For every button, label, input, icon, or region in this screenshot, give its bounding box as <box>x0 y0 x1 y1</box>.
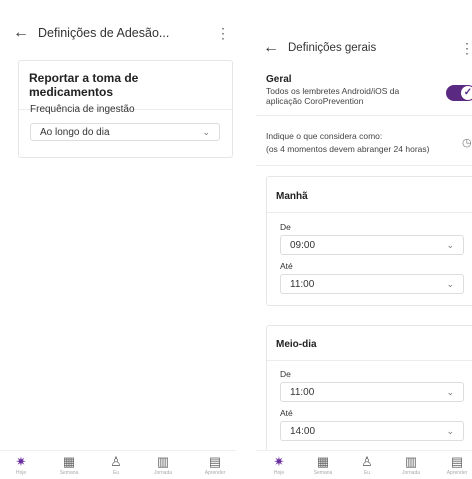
clock-icon[interactable]: ◷ <box>462 136 472 149</box>
midday-card: Meio-dia De 11:00 ⌄ Até 14:00 ⌄ <box>266 325 472 462</box>
check-icon: ✓ <box>461 86 472 100</box>
sun-icon: ✷ <box>273 454 285 469</box>
general-desc-line: aplicação CoroPrevention <box>266 96 364 106</box>
back-arrow-icon[interactable]: ← <box>10 24 32 42</box>
morning-card: Manhã De 09:00 ⌄ Até 11:00 ⌄ <box>266 176 472 306</box>
adherence-settings-screen: ← Definições de Adesão... ⋮ Reportar a t… <box>0 0 236 479</box>
nav-item-me[interactable]: ♙ Eu <box>352 454 382 477</box>
general-heading: Geral <box>266 74 292 85</box>
medication-report-card: Reportar a toma de medicamentos Frequênc… <box>18 60 233 158</box>
general-description: Todos os lembretes Android/iOS da aplica… <box>266 86 399 106</box>
nav-item-learn[interactable]: ▤ Aprender <box>200 454 230 477</box>
map-icon: ▥ <box>156 454 170 469</box>
divider <box>267 360 472 361</box>
chevron-down-icon: ⌄ <box>446 278 454 289</box>
frequency-label: Frequência de ingestão <box>30 104 135 115</box>
frequency-select[interactable]: Ao longo do dia ⌄ <box>30 123 220 141</box>
divider <box>256 115 472 116</box>
nav-label: Eu <box>112 470 120 476</box>
chevron-down-icon: ⌄ <box>446 425 454 436</box>
morning-title: Manhã <box>276 191 308 202</box>
bottom-navigation: ✷ Hoje ▦ Semana ♙ Eu ▥ Jornada ▤ Aprende… <box>256 450 472 479</box>
to-label: Até <box>280 261 293 271</box>
nav-item-today[interactable]: ✷ Hoje <box>6 454 36 477</box>
calendar-icon: ▦ <box>316 454 330 469</box>
nav-label: Hoje <box>15 470 27 476</box>
instruction-line: (os 4 momentos devem abranger 24 horas) <box>266 144 430 154</box>
to-label: Até <box>280 408 293 418</box>
back-arrow-icon[interactable]: ← <box>260 39 282 57</box>
bottom-navigation: ✷ Hoje ▦ Semana ♙ Eu ▥ Jornada ▤ Aprende… <box>0 450 236 479</box>
nav-label: Semana <box>313 470 333 476</box>
chevron-down-icon: ⌄ <box>202 126 210 137</box>
person-icon: ♙ <box>361 454 373 469</box>
nav-item-week[interactable]: ▦ Semana <box>308 454 338 477</box>
nav-label: Hoje <box>273 470 285 476</box>
morning-to-select[interactable]: 11:00 ⌄ <box>280 274 464 294</box>
time-value: 11:00 <box>290 278 315 290</box>
nav-item-journey[interactable]: ▥ Jornada <box>396 454 426 477</box>
nav-item-journey[interactable]: ▥ Jornada <box>148 454 178 477</box>
map-icon: ▥ <box>404 454 418 469</box>
from-label: De <box>280 369 291 379</box>
midday-from-select[interactable]: 11:00 ⌄ <box>280 382 464 402</box>
midday-title: Meio-dia <box>276 339 317 350</box>
morning-from-select[interactable]: 09:00 ⌄ <box>280 235 464 255</box>
nav-item-learn[interactable]: ▤ Aprender <box>442 454 472 477</box>
from-label: De <box>280 222 291 232</box>
nav-label: Aprender <box>204 470 226 476</box>
nav-item-today[interactable]: ✷ Hoje <box>264 454 294 477</box>
divider <box>267 212 472 213</box>
chevron-down-icon: ⌄ <box>446 239 454 250</box>
midday-to-select[interactable]: 14:00 ⌄ <box>280 421 464 441</box>
card-title: Reportar a toma de medicamentos <box>19 61 232 110</box>
time-value: 14:00 <box>290 425 316 437</box>
top-app-bar: ← Definições gerais ⋮ <box>256 33 472 63</box>
nav-item-me[interactable]: ♙ Eu <box>101 454 131 477</box>
nav-label: Jornada <box>401 470 421 476</box>
time-periods-instructions: Indique o que considera como: (os 4 mome… <box>266 130 429 156</box>
page-title: Definições de Adesão... <box>38 26 170 40</box>
general-settings-screen: ← Definições gerais ⋮ Geral Todos os lem… <box>256 0 472 479</box>
reminders-toggle[interactable]: ✓ <box>446 85 472 101</box>
nav-label: Aprender <box>446 470 468 476</box>
frequency-value: Ao longo do dia <box>40 126 110 138</box>
general-desc-line: Todos os lembretes Android/iOS da <box>266 86 400 96</box>
book-icon: ▤ <box>450 454 464 469</box>
divider <box>256 165 472 166</box>
instruction-line: Indique o que considera como: <box>266 131 383 141</box>
page-title: Definições gerais <box>288 42 377 54</box>
book-icon: ▤ <box>208 454 222 469</box>
person-icon: ♙ <box>110 454 122 469</box>
nav-label: Eu <box>363 470 371 476</box>
time-value: 09:00 <box>290 239 316 251</box>
top-app-bar: ← Definições de Adesão... ⋮ <box>0 18 236 48</box>
chevron-down-icon: ⌄ <box>446 386 454 397</box>
more-options-icon[interactable]: ⋮ <box>460 40 472 57</box>
nav-label: Semana <box>59 470 79 476</box>
nav-item-week[interactable]: ▦ Semana <box>54 454 84 477</box>
more-options-icon[interactable]: ⋮ <box>216 25 230 42</box>
nav-label: Jornada <box>153 470 173 476</box>
time-value: 11:00 <box>290 386 315 398</box>
sun-icon: ✷ <box>15 454 27 469</box>
calendar-icon: ▦ <box>62 454 76 469</box>
